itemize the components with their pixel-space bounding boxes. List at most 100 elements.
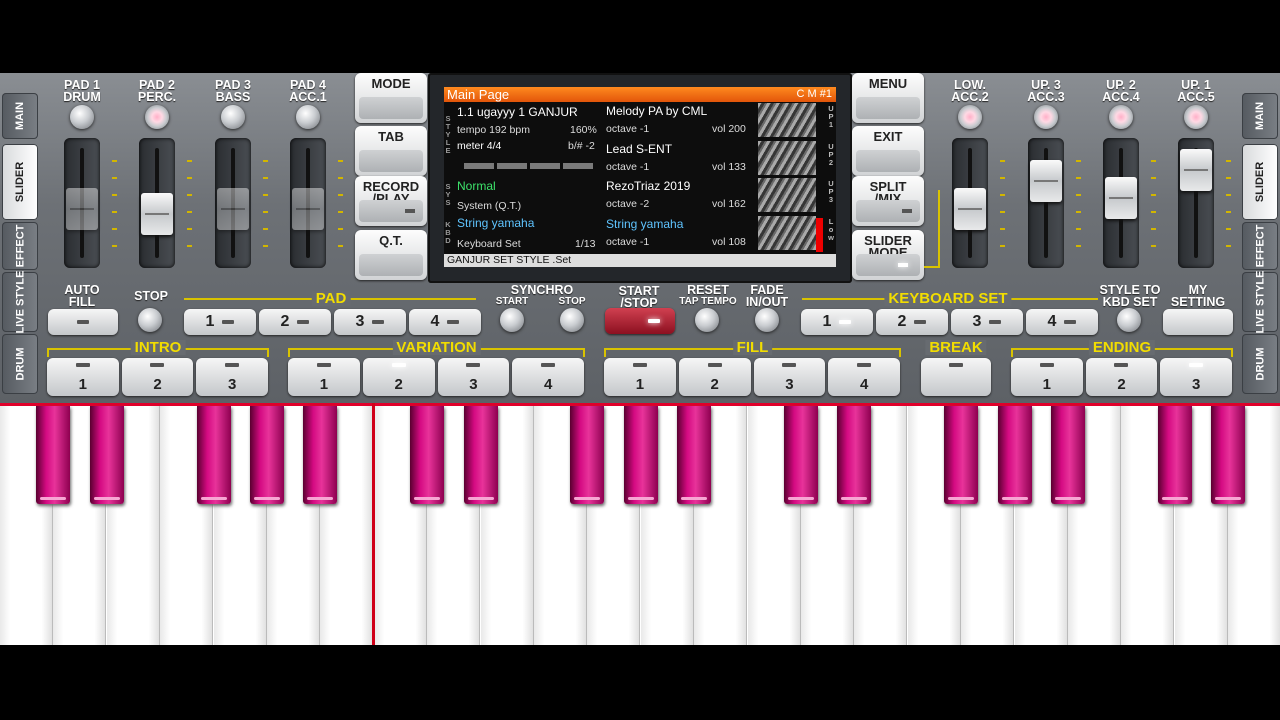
fader-cap[interactable] [954, 187, 986, 230]
keyboard-set-button-2[interactable]: 2 [876, 309, 948, 335]
black-key[interactable] [837, 406, 872, 504]
keyboard-set-button-1[interactable]: 1 [801, 309, 873, 335]
menu-key[interactable] [856, 97, 920, 119]
fill-button-4[interactable]: 4 [828, 358, 900, 396]
black-key[interactable] [196, 406, 231, 504]
side-tab-left-live-style[interactable]: LIVE STYLE [2, 271, 38, 333]
auto-fill-button[interactable] [48, 309, 118, 335]
black-key[interactable] [944, 406, 979, 504]
menu-key[interactable] [856, 254, 920, 276]
menu-key[interactable] [856, 150, 920, 172]
side-tab-right-drum[interactable]: DRUM [1242, 334, 1278, 394]
fader-cap[interactable] [1105, 176, 1137, 219]
fader-cap[interactable] [66, 187, 98, 230]
intro-button-2[interactable]: 2 [121, 358, 194, 396]
menu-key[interactable] [359, 200, 423, 222]
break-button[interactable] [921, 358, 991, 396]
side-tab-left-slider[interactable]: SLIDER [2, 144, 38, 220]
fill-button-3[interactable]: 3 [753, 358, 826, 396]
side-tab-right-live-style[interactable]: LIVE STYLE [1242, 271, 1278, 333]
black-key[interactable] [89, 406, 124, 504]
intro-button-1[interactable]: 1 [47, 358, 119, 396]
right-menu-split-mix[interactable]: SPLIT/MIX [852, 176, 924, 226]
pad-button-4[interactable]: 4 [409, 309, 481, 335]
channel-knob[interactable] [958, 105, 982, 129]
keyboard-set-button-3[interactable]: 3 [951, 309, 1023, 335]
menu-key[interactable] [359, 97, 423, 119]
channel-fader[interactable] [215, 138, 251, 268]
side-tab-right-slider[interactable]: SLIDER [1242, 144, 1278, 220]
variation-button-3[interactable]: 3 [437, 358, 510, 396]
right-menu-exit[interactable]: EXIT [852, 126, 924, 176]
channel-knob[interactable] [70, 105, 94, 129]
channel-fader[interactable] [1028, 138, 1064, 268]
side-tab-right-main[interactable]: MAIN [1242, 93, 1278, 139]
channel-knob[interactable] [145, 105, 169, 129]
menu-key[interactable] [359, 150, 423, 172]
channel-knob[interactable] [1034, 105, 1058, 129]
lcd-screen[interactable]: Main Page C M #1 S T Y L E S Y S K B D 1.1 ugayyy 1 G… [444, 87, 836, 267]
channel-knob[interactable] [1184, 105, 1208, 129]
channel-knob[interactable] [221, 105, 245, 129]
black-key[interactable] [250, 406, 284, 504]
reset-tap-tempo-knob[interactable] [695, 308, 719, 332]
piano-keyboard[interactable] [0, 403, 1280, 645]
variation-button-2[interactable]: 2 [362, 358, 435, 396]
fader-cap[interactable] [141, 193, 173, 235]
black-key[interactable] [36, 406, 71, 504]
fader-cap[interactable] [292, 187, 324, 230]
channel-fader[interactable] [139, 138, 175, 268]
fill-button-1[interactable]: 1 [604, 358, 676, 396]
side-tab-left-drum[interactable]: DRUM [2, 334, 38, 394]
fader-cap[interactable] [1030, 160, 1062, 202]
my-setting-button[interactable] [1163, 309, 1233, 335]
black-key[interactable] [677, 406, 712, 504]
black-key[interactable] [410, 406, 445, 504]
left-menu-q-t[interactable]: Q.T. [355, 230, 427, 280]
variation-button-1[interactable]: 1 [288, 358, 360, 396]
pad-button-2[interactable]: 2 [259, 309, 331, 335]
black-key[interactable] [1211, 406, 1246, 504]
start-stop-button[interactable] [605, 308, 675, 334]
right-menu-slider-mode[interactable]: SLIDER MODE [852, 230, 924, 280]
black-key[interactable] [463, 406, 498, 504]
synchro-start-knob[interactable] [500, 308, 524, 332]
side-tab-right-effect[interactable]: EFFECT [1242, 222, 1278, 270]
black-key[interactable] [1157, 406, 1192, 504]
left-menu-record-play[interactable]: RECORD/PLAY [355, 176, 427, 226]
left-menu-tab[interactable]: TAB [355, 126, 427, 176]
menu-key[interactable] [856, 200, 920, 222]
channel-fader[interactable] [1103, 138, 1139, 268]
channel-knob[interactable] [1109, 105, 1133, 129]
pad-button-3[interactable]: 3 [334, 309, 406, 335]
fade-in-out-knob[interactable] [755, 308, 779, 332]
ending-button-3[interactable]: 3 [1160, 358, 1232, 396]
side-tab-left-main[interactable]: MAIN [2, 93, 38, 139]
fader-cap[interactable] [217, 187, 249, 230]
menu-key[interactable] [359, 254, 423, 276]
left-menu-mode[interactable]: MODE [355, 73, 427, 123]
channel-fader[interactable] [290, 138, 326, 268]
variation-button-4[interactable]: 4 [512, 358, 584, 396]
fill-button-2[interactable]: 2 [678, 358, 751, 396]
black-key[interactable] [1051, 406, 1085, 504]
side-tab-left-effect[interactable]: EFFECT [2, 222, 38, 270]
fader-cap[interactable] [1180, 149, 1212, 191]
channel-fader[interactable] [952, 138, 988, 268]
channel-fader[interactable] [1178, 138, 1214, 268]
synchro-stop-knob[interactable] [560, 308, 584, 332]
black-key[interactable] [623, 406, 658, 504]
channel-fader[interactable] [64, 138, 100, 268]
black-key[interactable] [303, 406, 338, 504]
right-menu-menu[interactable]: MENU [852, 73, 924, 123]
pad-button-1[interactable]: 1 [184, 309, 256, 335]
black-key[interactable] [784, 406, 818, 504]
black-key[interactable] [997, 406, 1032, 504]
stop-knob[interactable] [138, 308, 162, 332]
black-key[interactable] [570, 406, 605, 504]
intro-button-3[interactable]: 3 [196, 358, 268, 396]
channel-knob[interactable] [296, 105, 320, 129]
ending-button-2[interactable]: 2 [1085, 358, 1158, 396]
keyboard-set-button-4[interactable]: 4 [1026, 309, 1098, 335]
style-to-kbd-set-knob[interactable] [1117, 308, 1141, 332]
